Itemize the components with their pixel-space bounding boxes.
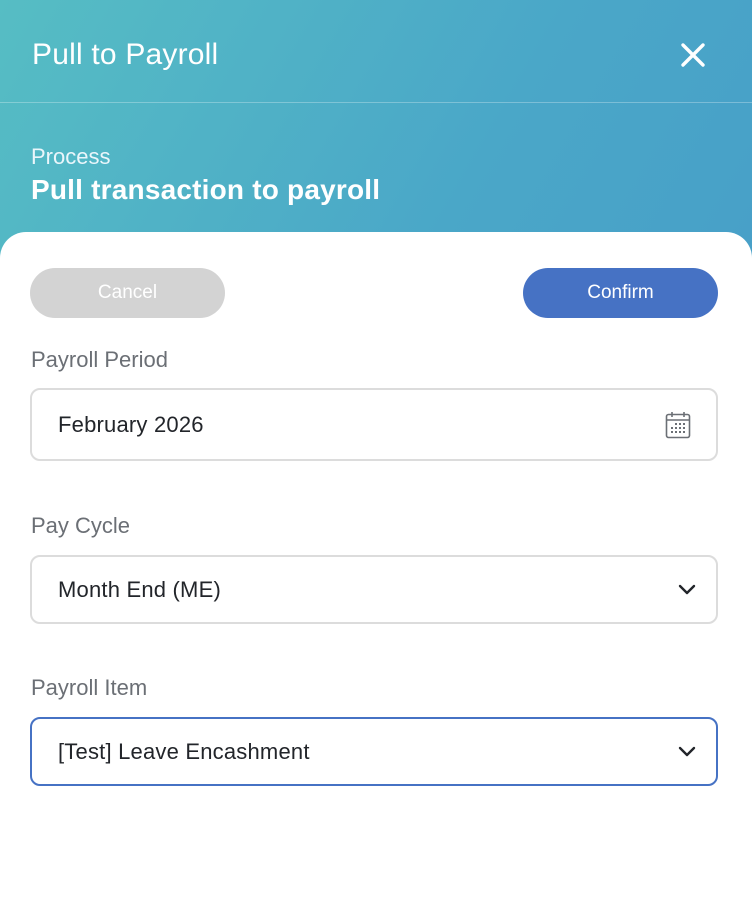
payroll-item-select[interactable]: [Test] Leave Encashment xyxy=(30,717,718,786)
pull-to-payroll-modal: Pull to Payroll Process Pull transaction… xyxy=(0,0,752,904)
payroll-period-field[interactable]: February 2026 xyxy=(30,388,718,461)
payroll-item-label: Payroll Item xyxy=(31,675,148,700)
close-icon xyxy=(681,43,705,67)
cancel-button[interactable]: Cancel xyxy=(30,268,225,318)
form-sheet: Cancel Confirm Payroll Period February 2… xyxy=(0,232,752,904)
pay-cycle-select[interactable]: Month End (ME) xyxy=(30,555,718,624)
process-label: Process xyxy=(31,144,111,169)
confirm-button[interactable]: Confirm xyxy=(523,268,718,318)
modal-header: Pull to Payroll xyxy=(0,0,752,103)
close-button[interactable] xyxy=(676,38,710,72)
payroll-period-value: February 2026 xyxy=(58,411,204,437)
calendar-icon[interactable] xyxy=(665,411,691,439)
modal-title: Pull to Payroll xyxy=(32,38,219,71)
process-title: Pull transaction to payroll xyxy=(31,174,381,205)
chevron-down-icon xyxy=(678,746,696,758)
chevron-down-icon xyxy=(678,584,696,596)
payroll-item-value: [Test] Leave Encashment xyxy=(58,738,310,764)
payroll-period-label: Payroll Period xyxy=(31,347,168,372)
pay-cycle-value: Month End (ME) xyxy=(58,576,221,602)
pay-cycle-label: Pay Cycle xyxy=(31,513,131,538)
